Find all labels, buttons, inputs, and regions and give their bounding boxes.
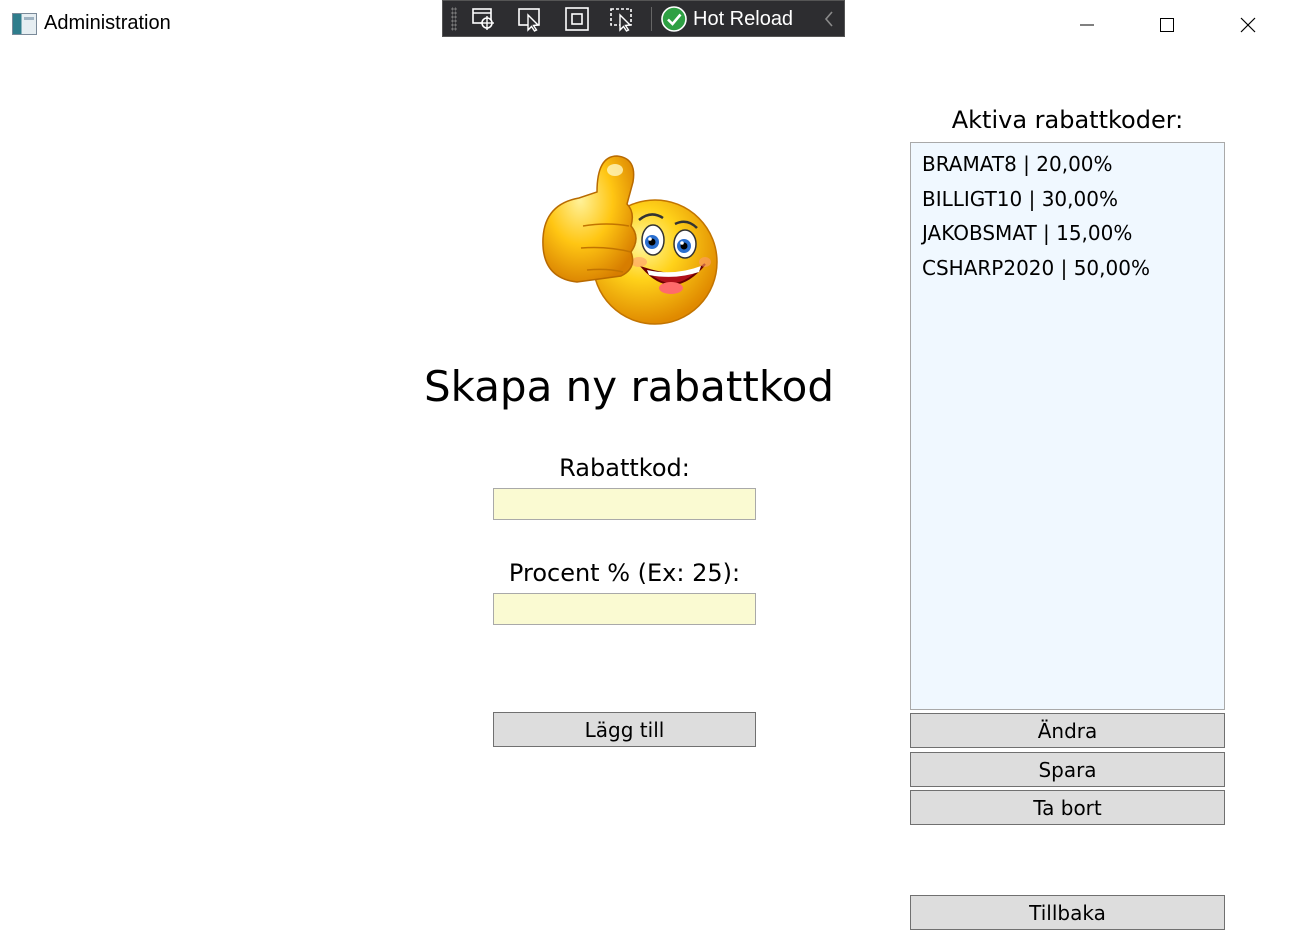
page-title: Skapa ny rabattkod	[423, 362, 835, 411]
maximize-button[interactable]	[1127, 0, 1207, 50]
percent-input[interactable]	[493, 593, 756, 625]
delete-button[interactable]: Ta bort	[910, 790, 1225, 825]
track-focus-icon[interactable]	[607, 5, 637, 33]
active-codes-list[interactable]: BRAMAT8 | 20,00% BILLIGT10 | 30,00% JAKO…	[910, 142, 1225, 710]
window-title: Administration	[44, 12, 171, 34]
toolbar-separator	[651, 7, 652, 31]
save-button[interactable]: Spara	[910, 752, 1225, 787]
app-icon	[12, 13, 37, 35]
code-input[interactable]	[493, 488, 756, 520]
minimize-icon	[1080, 24, 1094, 26]
debug-toolbar: Hot Reload	[442, 0, 845, 37]
close-icon	[1240, 17, 1256, 33]
toolbar-grip-icon[interactable]	[451, 7, 457, 31]
list-item[interactable]: JAKOBSMAT | 15,00%	[911, 220, 1224, 255]
hot-reload-button[interactable]: Hot Reload	[661, 5, 793, 33]
collapse-chevron-icon[interactable]	[821, 9, 837, 29]
hot-reload-label: Hot Reload	[693, 7, 794, 30]
minimize-button[interactable]	[1047, 0, 1127, 50]
close-button[interactable]	[1208, 0, 1288, 50]
select-element-icon[interactable]	[469, 5, 499, 33]
inspect-pointer-icon[interactable]	[515, 5, 545, 33]
app-window: Administration Hot Reload Skapa ny rabat…	[0, 0, 1289, 946]
list-item[interactable]: BILLIGT10 | 30,00%	[911, 186, 1224, 221]
add-button[interactable]: Lägg till	[493, 712, 756, 747]
layout-adorner-icon[interactable]	[562, 5, 592, 33]
list-item[interactable]: CSHARP2020 | 50,00%	[911, 255, 1224, 290]
list-item[interactable]: BRAMAT8 | 20,00%	[911, 151, 1224, 186]
back-button[interactable]: Tillbaka	[910, 895, 1225, 930]
code-label: Rabattkod:	[559, 454, 690, 482]
hot-reload-check-icon	[661, 6, 687, 32]
thumbs-up-emoji-icon	[542, 155, 718, 325]
edit-button[interactable]: Ändra	[910, 713, 1225, 748]
percent-label: Procent % (Ex: 25):	[508, 559, 741, 587]
active-codes-title: Aktiva rabattkoder:	[951, 106, 1184, 134]
maximize-icon	[1160, 18, 1174, 32]
